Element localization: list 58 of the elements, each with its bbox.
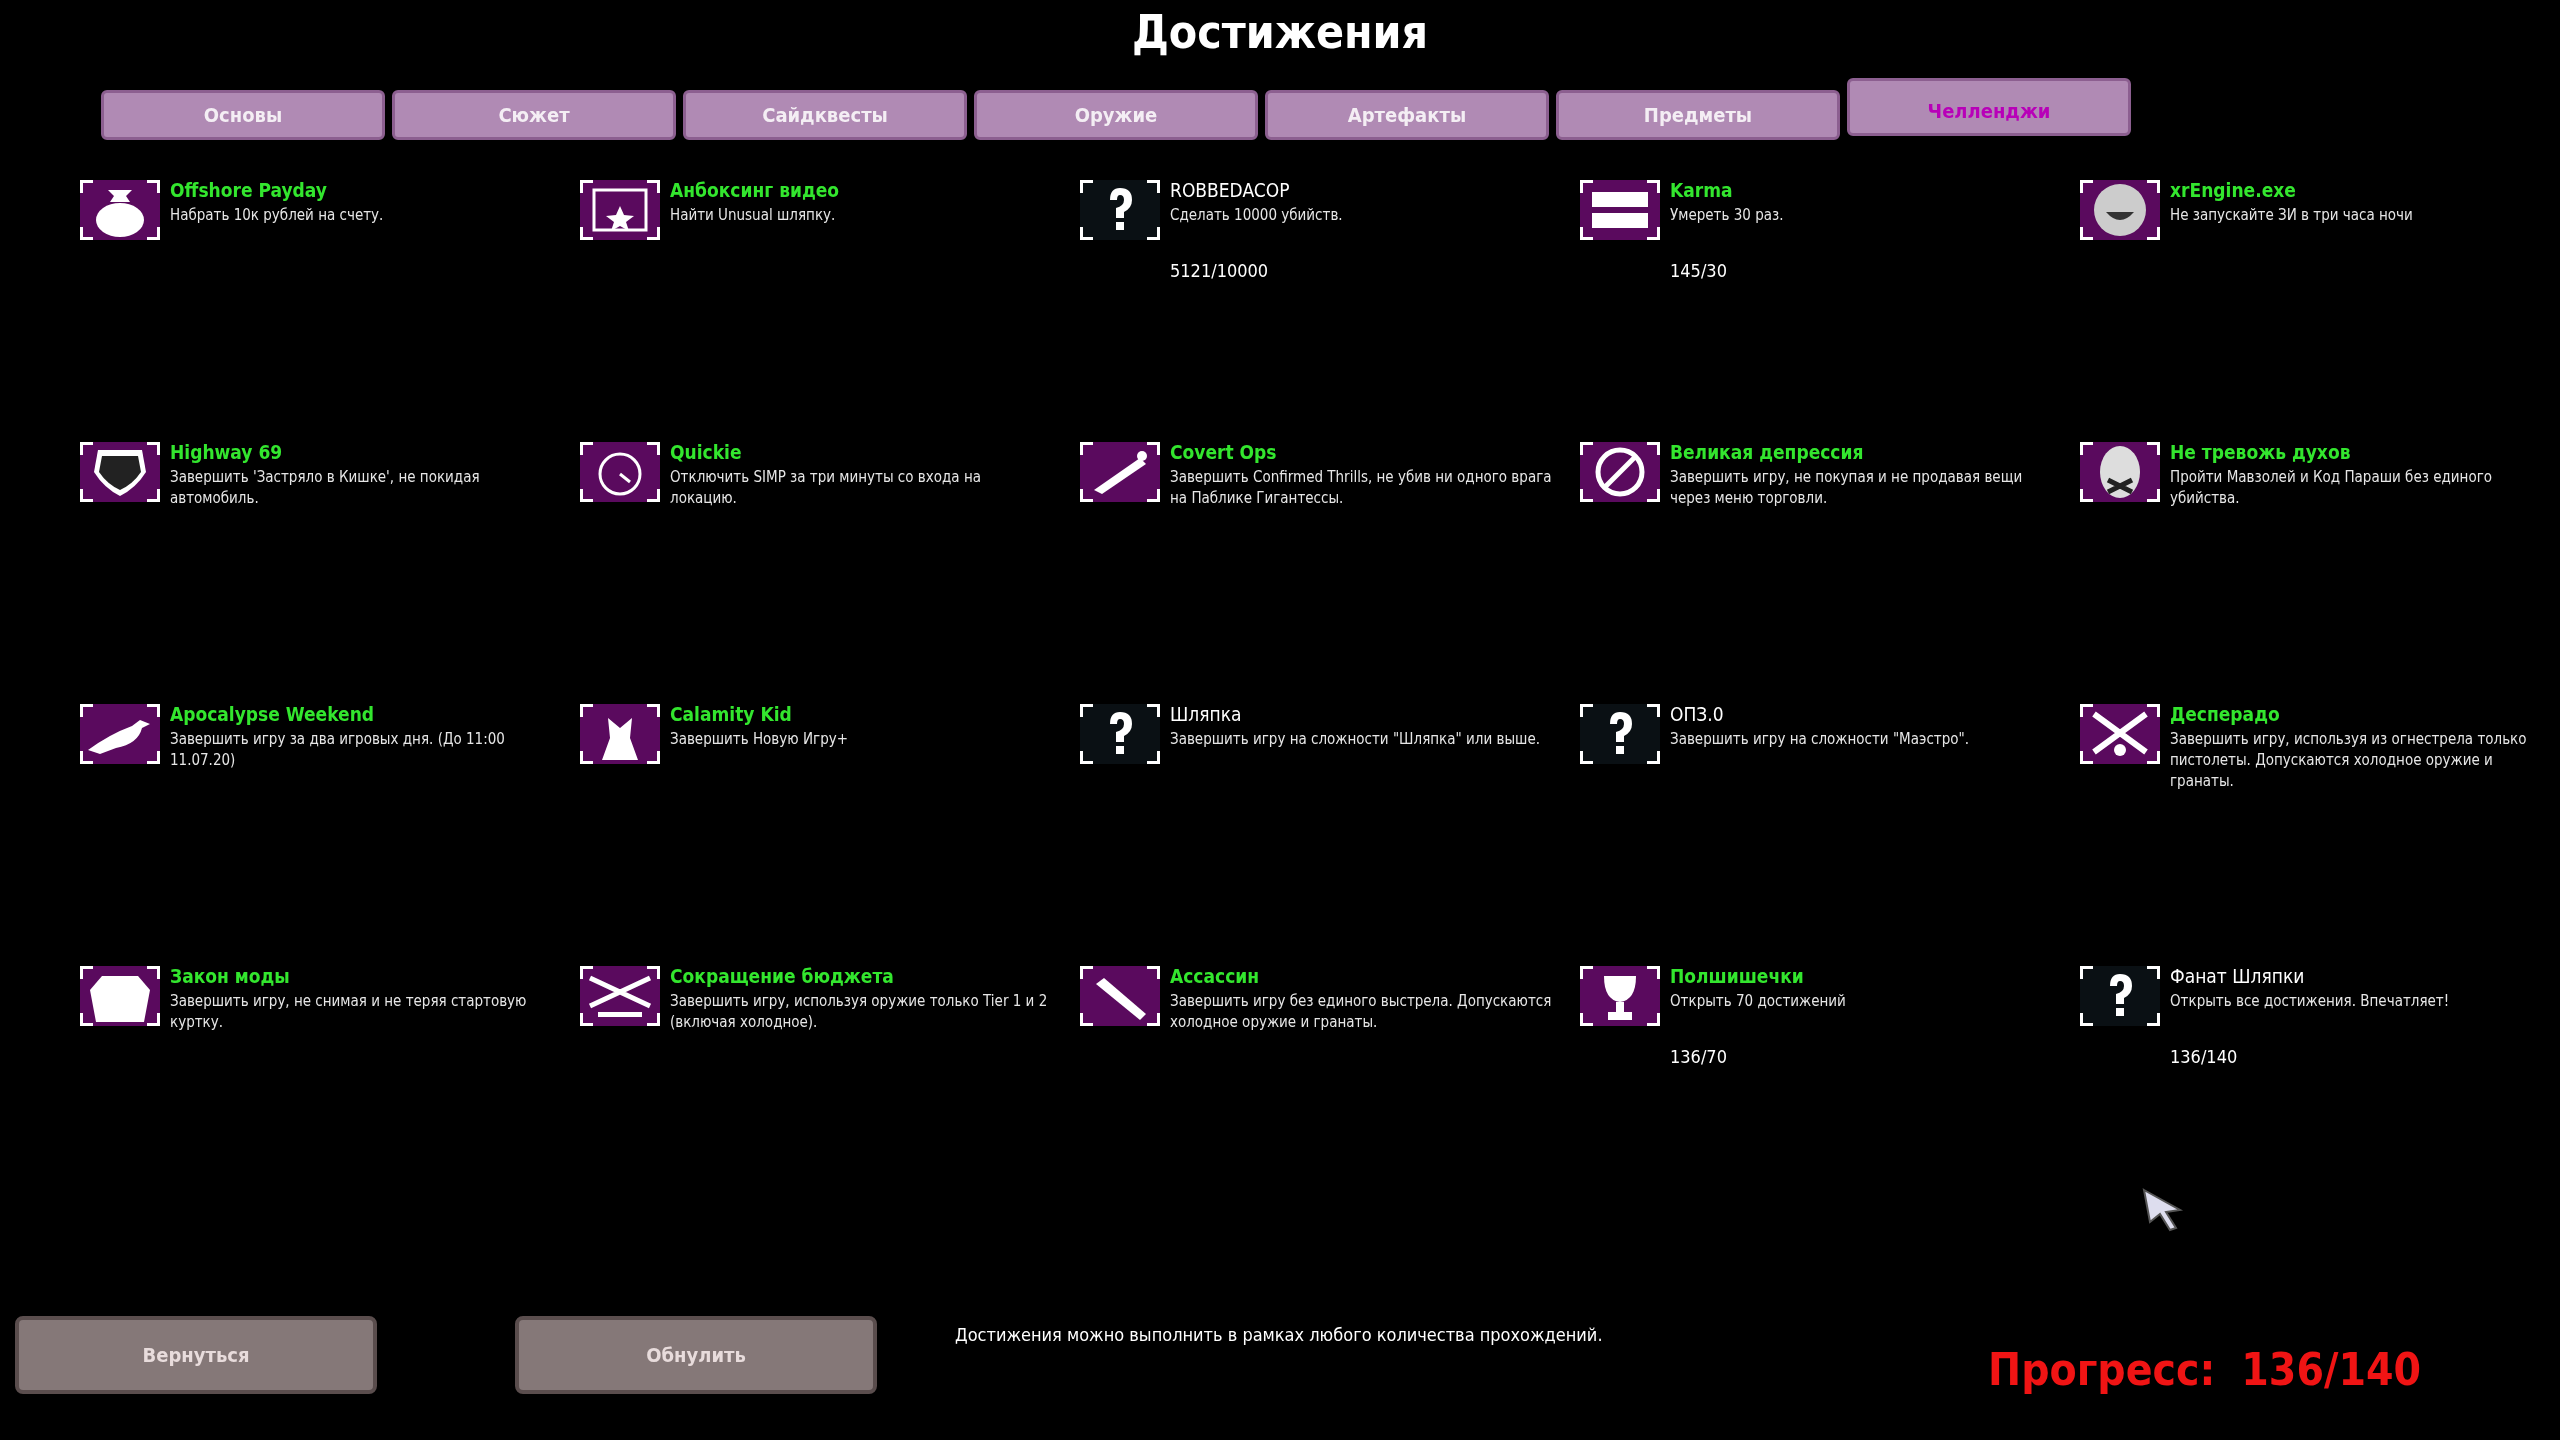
category-tab[interactable]: Предметы: [1556, 90, 1840, 140]
achievement-title: Великая депрессия: [1670, 440, 1865, 464]
achievement-title: Ассассин: [1170, 964, 1261, 988]
back-button[interactable]: Вернуться: [15, 1316, 377, 1394]
achievement-title: Covert Ops: [1170, 440, 1278, 464]
achievement-description: Завершить Confirmed Thrills, не убив ни одного врага на Паблике Гигантессы.: [1170, 467, 1552, 509]
achievement-description: Завершить игру на сложности "Маэстро".: [1670, 729, 1971, 750]
achievement-title: Karma: [1670, 178, 1734, 202]
category-tab[interactable]: Челленджи: [1847, 78, 2131, 136]
achievement-title: xrEngine.exe: [2170, 178, 2297, 202]
achievement-description: Набрать 10к рублей на счету.: [170, 205, 385, 226]
category-tab[interactable]: Оружие: [974, 90, 1258, 140]
achievement-title: Calamity Kid: [670, 702, 793, 726]
achievement-description: Завершить игру на сложности "Шляпка" или выше.: [1170, 729, 1542, 750]
achievement-title: ОПЗ.0: [1670, 702, 1725, 726]
achievement-description: Умереть 30 раз.: [1670, 205, 1785, 226]
achievement-description: Открыть все достижения. Впечатляет!: [2170, 991, 2451, 1012]
achievement-title: Закон моды: [170, 964, 291, 988]
achievement-title: Полшишечки: [1670, 964, 1805, 988]
achievement-description: Отключить SIMP за три минуты со входа на локацию.: [670, 467, 982, 509]
achievement-description: Открыть 70 достижений: [1670, 991, 1847, 1012]
achievement-description: Завершить Новую Игру+: [670, 729, 849, 750]
category-tab[interactable]: Артефакты: [1265, 90, 1549, 140]
achievement-title: Анбоксинг видео: [670, 178, 841, 202]
progress-label: Прогресс:: [1988, 1346, 2216, 1394]
achievement-count: 5121/10000: [1170, 260, 1270, 281]
achievement-title: ROBBEDACOP: [1170, 178, 1291, 202]
achievement-title: Не тревожь духов: [2170, 440, 2352, 464]
achievement-description: Завершить игру, используя из огнестрела только пистолеты. Допускаются холодное оружие и гранаты.: [2170, 729, 2528, 792]
category-tab[interactable]: Сайдквесты: [683, 90, 967, 140]
achievement-title: Сокращение бюджета: [670, 964, 895, 988]
achievement-description: Завершить игру без единого выстрела. Допускаются холодное оружие и гранаты.: [1170, 991, 1552, 1033]
progress-value: 136/140: [2241, 1346, 2422, 1394]
achievement-title: Apocalypse Weekend: [170, 702, 376, 726]
achievement-title: Offshore Payday: [170, 178, 328, 202]
achievement-description: Завершить игру, не снимая и не теряя стартовую куртку.: [170, 991, 528, 1033]
category-tab[interactable]: Основы: [101, 90, 385, 140]
category-tab[interactable]: Сюжет: [392, 90, 676, 140]
achievement-count: 136/70: [1670, 1046, 1728, 1067]
achievement-description: Завершить игру, не покупая и не продавая вещи через меню торговли.: [1670, 467, 2024, 509]
achievement-title: Quickie: [670, 440, 743, 464]
footer-note: Достижения можно выполнить в рамках любого количества прохождений.: [955, 1324, 1604, 1345]
achievement-title: Фанат Шляпки: [2170, 964, 2306, 988]
achievement-description: Завершить игру за два игровых дня. (До 11:00 11.07.20): [170, 729, 506, 771]
achievement-description: Сделать 10000 убийств.: [1170, 205, 1344, 226]
achievement-title: Highway 69: [170, 440, 284, 464]
achievement-description: Завершить 'Застряло в Кишке', не покидая автомобиль.: [170, 467, 481, 509]
achievement-count: 145/30: [1670, 260, 1728, 281]
achievement-title: Шляпка: [1170, 702, 1243, 726]
cursor-icon: [2140, 1186, 2186, 1232]
achievement-count: 136/140: [2170, 1046, 2239, 1067]
achievement-description: Не запускайте ЗИ в три часа ночи: [2170, 205, 2414, 226]
reset-button[interactable]: Обнулить: [515, 1316, 877, 1394]
achievement-title: Десперадо: [2170, 702, 2281, 726]
achievement-description: Найти Unusual шляпку.: [670, 205, 837, 226]
achievement-description: Завершить игру, используя оружие только Tier 1 и 2 (включая холодное).: [670, 991, 1049, 1033]
achievement-description: Пройти Мавзолей и Код Параши без единого убийства.: [2170, 467, 2494, 509]
page-title: Достижения: [1130, 4, 1430, 60]
